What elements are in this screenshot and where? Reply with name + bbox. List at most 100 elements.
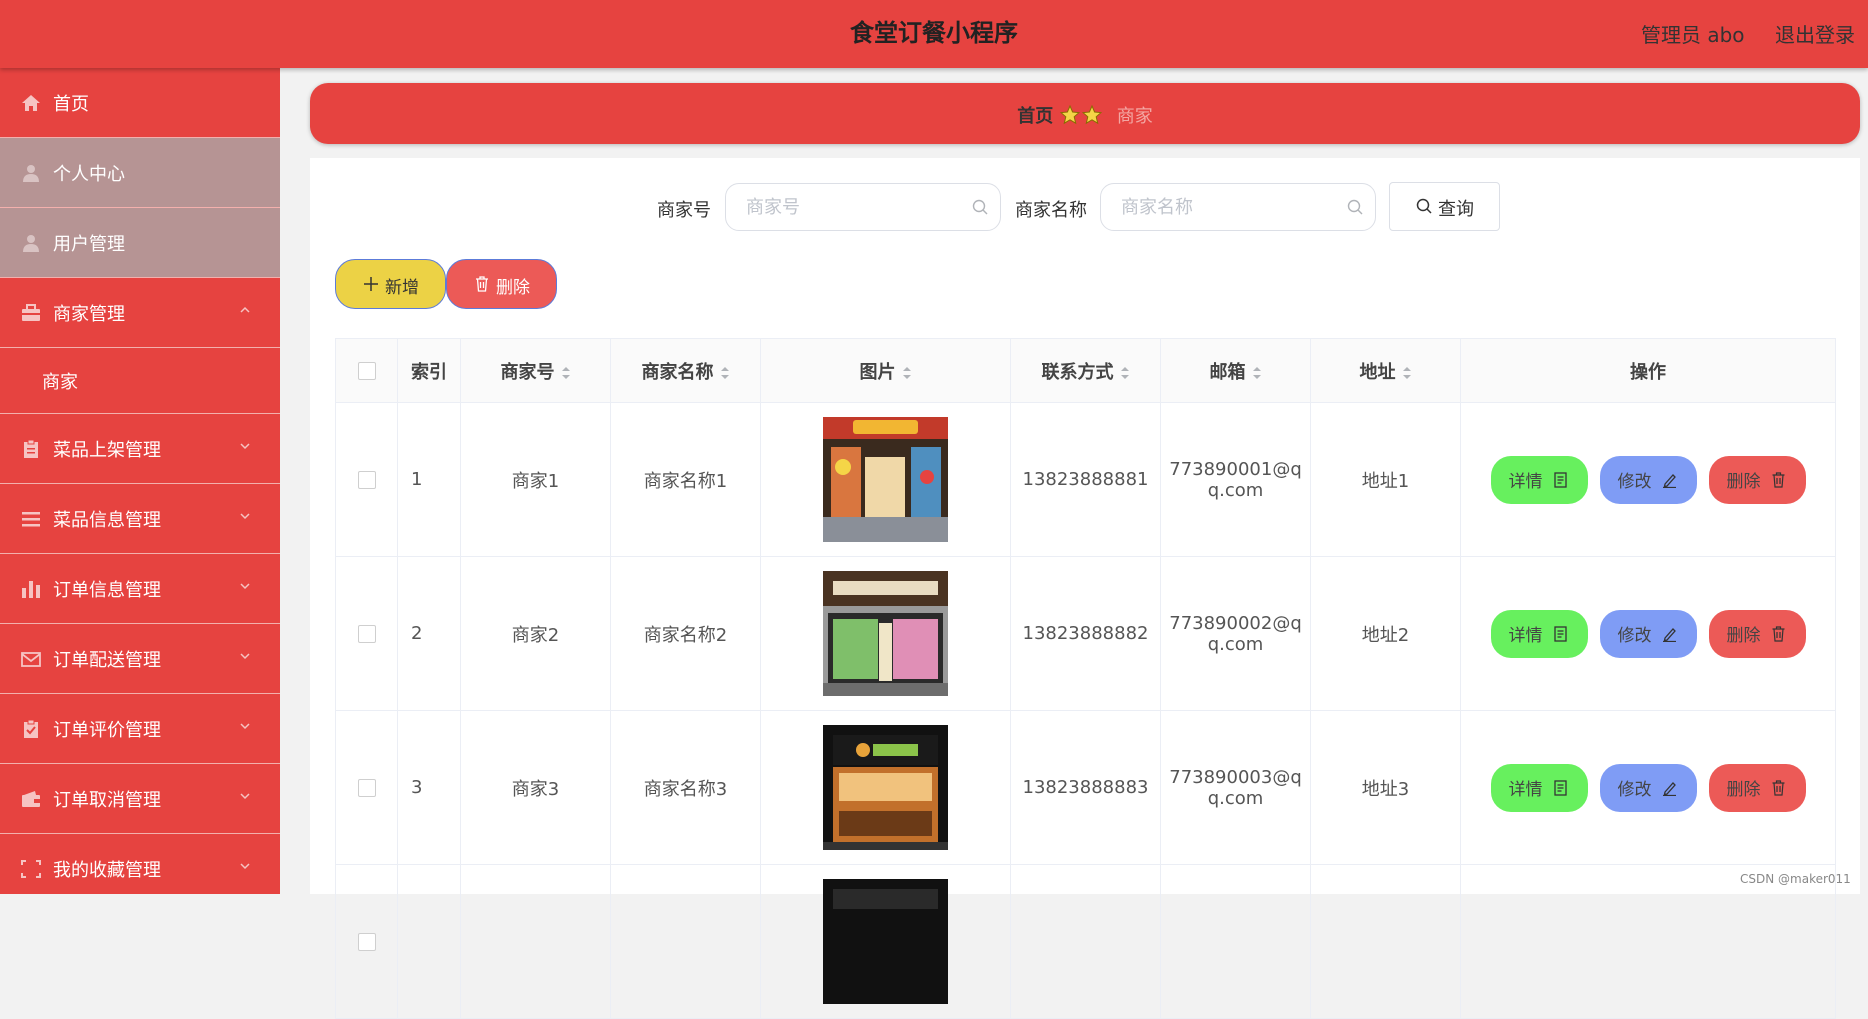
sidebar-item-label: 订单信息管理	[53, 580, 161, 601]
document-icon	[1553, 625, 1567, 642]
breadcrumb-home[interactable]: 首页	[1017, 106, 1053, 127]
merchant-name-input[interactable]	[1100, 183, 1376, 231]
cell-address: 地址1	[1310, 402, 1461, 557]
sidebar-item-dish-listing[interactable]: 菜品上架管理	[0, 414, 280, 484]
merchant-no-label: 商家号	[657, 200, 711, 221]
briefcase-icon	[22, 304, 40, 321]
sidebar: 首页 个人中心 用户管理 商家管理 商家 菜品上架管理 菜品信息管理 订单信息管…	[0, 68, 280, 894]
column-header-phone[interactable]: 联系方式	[1010, 338, 1161, 403]
trash-icon	[1772, 471, 1784, 488]
row-delete-button-label: 删除	[1726, 626, 1761, 646]
cell-index: 2	[397, 556, 461, 711]
sidebar-item-order-review[interactable]: 订单评价管理	[0, 694, 280, 764]
query-button[interactable]: 查询	[1389, 182, 1500, 231]
clipboard-check-icon	[24, 720, 38, 738]
cell-address: 地址3	[1310, 710, 1461, 865]
logout-link[interactable]: 退出登录	[1775, 19, 1855, 48]
sidebar-item-home[interactable]: 首页	[0, 68, 280, 138]
column-header-label: 图片	[859, 361, 896, 383]
main-panel: 商家号 商家名称 查询 新增 删除 索引 商家号 商家名称 图片 联系方式 邮箱	[310, 158, 1860, 1019]
table-row: 2 商家2 商家名称2 13823888882 773890002@q q.co…	[335, 556, 1836, 711]
merchant-no-input[interactable]	[725, 183, 1001, 231]
cell-phone: 13823888883	[1010, 710, 1161, 865]
merchant-photo[interactable]	[823, 725, 948, 850]
table-row: 1 商家1 商家名称1 13823888881 773890001@q q.co…	[335, 402, 1836, 557]
breadcrumb-current: 商家	[1116, 106, 1153, 127]
select-all-checkbox[interactable]	[357, 362, 376, 380]
batch-delete-button[interactable]: 删除	[446, 259, 557, 309]
row-checkbox[interactable]	[357, 625, 376, 643]
sidebar-item-order-cancel[interactable]: 订单取消管理	[0, 764, 280, 834]
sort-icon	[902, 366, 911, 379]
chevron-down-icon	[240, 653, 250, 660]
document-icon	[1553, 471, 1567, 488]
sidebar-subitem-merchant[interactable]: 商家	[0, 348, 280, 414]
current-user: 管理员 abo	[1641, 23, 1745, 47]
wallet-icon	[22, 791, 40, 807]
cell-merchant-no: 商家1	[460, 402, 611, 557]
bar-chart-icon	[22, 581, 40, 598]
list-icon	[22, 512, 40, 527]
detail-button-label: 详情	[1508, 472, 1543, 492]
cell-merchant-name: 商家名称3	[610, 710, 761, 865]
sidebar-item-my-favorites[interactable]: 我的收藏管理	[0, 834, 280, 894]
column-header-address[interactable]: 地址	[1310, 338, 1461, 403]
frame-icon	[21, 860, 41, 878]
sidebar-item-merchant-management[interactable]: 商家管理	[0, 278, 280, 348]
sidebar-item-label: 订单配送管理	[53, 650, 161, 671]
detail-button[interactable]: 详情	[1490, 609, 1588, 658]
chevron-down-icon	[240, 793, 250, 800]
edit-button[interactable]: 修改	[1599, 763, 1697, 812]
column-header-label: 联系方式	[1041, 361, 1114, 383]
sidebar-item-user-management[interactable]: 用户管理	[0, 208, 280, 278]
detail-button[interactable]: 详情	[1490, 455, 1588, 504]
cell-image	[760, 402, 1011, 557]
merchant-photo[interactable]	[823, 417, 948, 542]
column-header-image[interactable]: 图片	[760, 338, 1011, 403]
column-header-merchant-no[interactable]: 商家号	[460, 338, 611, 403]
edit-button[interactable]: 修改	[1599, 609, 1697, 658]
row-checkbox[interactable]	[357, 933, 376, 951]
top-header: 食堂订餐小程序 管理员 abo 退出登录	[0, 0, 1868, 68]
column-header-email[interactable]: 邮箱	[1160, 338, 1311, 403]
row-delete-button[interactable]: 删除	[1708, 763, 1806, 812]
column-header-label: 地址	[1359, 361, 1396, 383]
sidebar-item-order-info[interactable]: 订单信息管理	[0, 554, 280, 624]
row-delete-button[interactable]: 删除	[1708, 609, 1806, 658]
detail-button-label: 详情	[1508, 626, 1543, 646]
cell-email-line: 773890002@q	[1169, 612, 1302, 634]
column-header-label: 商家名称	[641, 361, 714, 383]
add-button[interactable]: 新增	[335, 259, 446, 309]
edit-button[interactable]: 修改	[1599, 455, 1697, 504]
column-header-merchant-name[interactable]: 商家名称	[610, 338, 761, 403]
sidebar-item-label: 个人中心	[53, 164, 125, 185]
sidebar-item-label: 我的收藏管理	[53, 860, 161, 881]
trash-icon	[1772, 779, 1784, 796]
sidebar-item-dish-info[interactable]: 菜品信息管理	[0, 484, 280, 554]
mail-icon	[21, 652, 41, 667]
chevron-down-icon	[240, 513, 250, 520]
sidebar-item-label: 菜品信息管理	[53, 510, 161, 531]
user-icon	[23, 235, 39, 252]
merchant-photo[interactable]	[823, 571, 948, 696]
search-icon	[972, 199, 988, 215]
cell-image	[760, 556, 1011, 711]
detail-button[interactable]: 详情	[1490, 763, 1588, 812]
sidebar-item-label: 菜品上架管理	[53, 440, 161, 461]
row-checkbox[interactable]	[357, 471, 376, 489]
sidebar-item-order-delivery[interactable]: 订单配送管理	[0, 624, 280, 694]
user-icon	[23, 165, 39, 182]
cell-email: 773890002@q q.com	[1160, 556, 1311, 711]
sidebar-item-label: 用户管理	[53, 234, 125, 255]
cell-index: 3	[397, 710, 461, 865]
sidebar-item-personal-center[interactable]: 个人中心	[0, 138, 280, 208]
column-header-actions: 操作	[1460, 338, 1836, 403]
row-checkbox[interactable]	[357, 779, 376, 797]
merchant-photo[interactable]	[823, 879, 948, 1004]
column-header-label: 邮箱	[1209, 361, 1246, 383]
sidebar-item-label: 订单评价管理	[53, 720, 161, 741]
row-delete-button[interactable]: 删除	[1708, 455, 1806, 504]
sort-icon	[1120, 366, 1129, 379]
cell-email-line: q.com	[1207, 787, 1264, 809]
cell-index: 1	[397, 402, 461, 557]
